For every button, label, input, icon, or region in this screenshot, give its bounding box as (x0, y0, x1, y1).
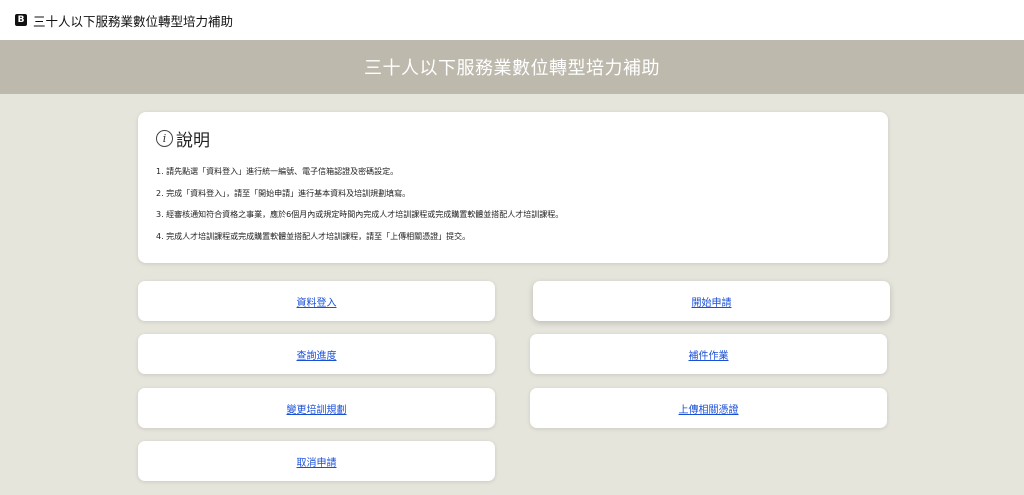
upload-vouchers-link[interactable]: 上傳相關憑證 (679, 401, 739, 416)
brand-title[interactable]: 三十人以下服務業數位轉型培力補助 (33, 11, 233, 30)
upload-vouchers-button[interactable]: 上傳相關憑證 (530, 388, 887, 428)
instructions-heading: i 說明 (156, 126, 870, 151)
page-title: 三十人以下服務業數位轉型培力補助 (364, 58, 660, 79)
instruction-item: 2. 完成「資料登入」，請至「開始申請」進行基本資料及培訓規劃填寫。 (156, 188, 411, 198)
change-training-plan-link[interactable]: 變更培訓規劃 (287, 401, 347, 416)
cancel-application-link[interactable]: 取消申請 (297, 454, 337, 469)
instruction-item: 3. 經審核通知符合資格之事業，應於6個月內或規定時間內完成人才培訓課程或完成購… (156, 210, 564, 219)
check-progress-link[interactable]: 查詢進度 (297, 347, 337, 362)
supplement-documents-button[interactable]: 補件作業 (530, 334, 887, 374)
instruction-item: 1. 請先點選「資料登入」進行統一編號、電子信箱認證及密碼設定。 (156, 167, 399, 176)
page-banner: 三十人以下服務業數位轉型培力補助 (0, 40, 1024, 94)
instruction-item: 4. 完成人才培訓課程或完成購置軟體並搭配人才培訓課程，請至「上傳相關憑證」提交… (156, 231, 471, 241)
cancel-application-button[interactable]: 取消申請 (138, 441, 495, 481)
start-application-button[interactable]: 開始申請 (533, 281, 890, 321)
check-progress-button[interactable]: 查詢進度 (138, 334, 495, 374)
brand-logo-icon[interactable]: B (15, 14, 27, 26)
info-icon: i (156, 130, 173, 147)
instructions-list: 1. 請先點選「資料登入」進行統一編號、電子信箱認證及密碼設定。 2. 完成「資… (156, 161, 870, 247)
login-link[interactable]: 資料登入 (297, 294, 337, 309)
change-training-plan-button[interactable]: 變更培訓規劃 (138, 388, 495, 428)
login-button[interactable]: 資料登入 (138, 281, 495, 321)
start-application-link[interactable]: 開始申請 (692, 294, 732, 309)
top-navbar: B 三十人以下服務業數位轉型培力補助 (0, 0, 1024, 40)
instructions-title: 說明 (176, 131, 210, 151)
supplement-documents-link[interactable]: 補件作業 (689, 347, 729, 362)
instructions-card: i 說明 1. 請先點選「資料登入」進行統一編號、電子信箱認證及密碼設定。 2.… (138, 112, 888, 263)
